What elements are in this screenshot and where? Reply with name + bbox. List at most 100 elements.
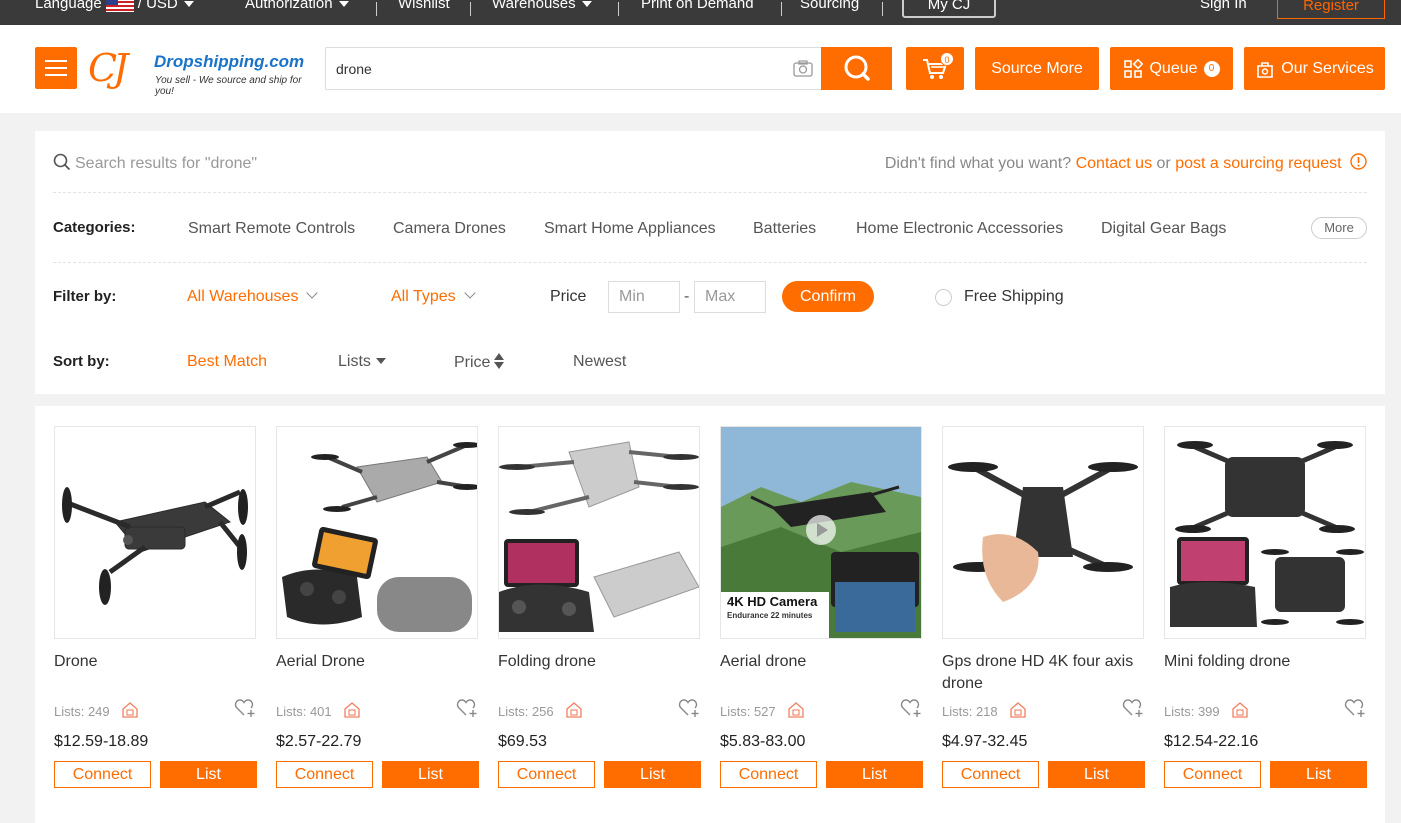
category-camera-drones[interactable]: Camera Drones bbox=[393, 220, 506, 238]
list-button[interactable]: List bbox=[1048, 761, 1145, 788]
our-services-button[interactable]: Our Services bbox=[1244, 47, 1385, 90]
product-image[interactable] bbox=[54, 426, 256, 639]
product-card[interactable]: Folding drone Lists: 256 $69.53 Connect … bbox=[498, 426, 701, 788]
product-card[interactable]: 4K HD Camera Endurance 22 minutes Aerial… bbox=[720, 426, 923, 788]
warehouse-icon bbox=[1010, 702, 1026, 718]
queue-label: Queue bbox=[1149, 59, 1198, 77]
sign-in-link[interactable]: Sign In bbox=[1200, 0, 1247, 12]
type-filter-dropdown[interactable]: All Types bbox=[391, 287, 476, 306]
connect-button[interactable]: Connect bbox=[1164, 761, 1261, 788]
wishlist-heart-icon[interactable] bbox=[456, 698, 478, 718]
authorization-menu[interactable]: Authorization bbox=[245, 0, 349, 12]
connect-button[interactable]: Connect bbox=[720, 761, 817, 788]
camera-icon[interactable] bbox=[793, 60, 813, 77]
image-subcaption: Endurance 22 minutes bbox=[727, 611, 813, 620]
divider bbox=[470, 2, 471, 16]
list-button[interactable]: List bbox=[1270, 761, 1367, 788]
min-price-input[interactable]: Min bbox=[608, 281, 680, 313]
category-smart-home-appliances[interactable]: Smart Home Appliances bbox=[544, 220, 716, 238]
wishlist-heart-icon[interactable] bbox=[900, 698, 922, 718]
didnt-find-text: Didn't find what you want? bbox=[884, 155, 1072, 172]
sort-lists[interactable]: Lists bbox=[338, 353, 386, 371]
sort-by-label: Sort by: bbox=[53, 353, 110, 370]
product-image[interactable] bbox=[942, 426, 1144, 639]
post-sourcing-request-link[interactable]: post a sourcing request bbox=[1175, 155, 1341, 172]
my-cj-button[interactable]: My CJ bbox=[902, 0, 996, 18]
product-image[interactable]: 4K HD Camera Endurance 22 minutes bbox=[720, 426, 922, 639]
product-title[interactable]: Drone bbox=[54, 651, 256, 695]
drone-image bbox=[1170, 441, 1364, 627]
product-card[interactable]: Drone Lists: 249 $12.59-18.89 Connect Li… bbox=[54, 426, 257, 788]
source-more-button[interactable]: Source More bbox=[975, 47, 1099, 90]
queue-button[interactable]: Queue 0 bbox=[1110, 47, 1233, 90]
categories-row: Categories: Smart Remote Controls Camera… bbox=[53, 193, 1367, 263]
product-card[interactable]: Mini folding drone Lists: 399 $12.54-22.… bbox=[1164, 426, 1367, 788]
product-image[interactable] bbox=[276, 426, 478, 639]
caret-down-icon bbox=[581, 1, 592, 8]
product-image[interactable] bbox=[498, 426, 700, 639]
contact-us-link[interactable]: Contact us bbox=[1076, 155, 1152, 172]
authorization-label: Authorization bbox=[245, 0, 333, 12]
warehouses-menu[interactable]: Warehouses bbox=[492, 0, 592, 12]
product-price: $2.57-22.79 bbox=[276, 733, 362, 750]
category-home-electronic-accessories[interactable]: Home Electronic Accessories bbox=[856, 220, 1063, 238]
category-menu-button[interactable] bbox=[35, 47, 77, 89]
warehouse-icon bbox=[566, 702, 582, 718]
list-button[interactable]: List bbox=[826, 761, 923, 788]
wishlist-link[interactable]: Wishlist bbox=[398, 0, 450, 12]
free-shipping-radio[interactable] bbox=[935, 289, 952, 306]
list-button[interactable]: List bbox=[160, 761, 257, 788]
queue-count-badge: 0 bbox=[1203, 60, 1220, 77]
sort-newest[interactable]: Newest bbox=[573, 353, 626, 371]
search-input[interactable] bbox=[336, 48, 776, 89]
sourcing-link[interactable]: Sourcing bbox=[800, 0, 859, 12]
register-button[interactable]: Register bbox=[1277, 0, 1385, 19]
cart-button[interactable]: 0 bbox=[906, 47, 964, 90]
search-button[interactable] bbox=[821, 47, 892, 90]
product-image[interactable] bbox=[1164, 426, 1366, 639]
product-title[interactable]: Mini folding drone bbox=[1164, 651, 1366, 695]
print-on-demand-link[interactable]: Print on Demand bbox=[641, 0, 754, 12]
product-title[interactable]: Aerial drone bbox=[720, 651, 922, 695]
warehouse-filter-dropdown[interactable]: All Warehouses bbox=[187, 287, 319, 306]
search-results-label: Search results for "drone" bbox=[75, 155, 258, 172]
wishlist-heart-icon[interactable] bbox=[678, 698, 700, 718]
product-actions: Connect List bbox=[1164, 761, 1367, 788]
connect-button[interactable]: Connect bbox=[942, 761, 1039, 788]
logo-name: Dropshipping.com bbox=[154, 52, 305, 71]
product-title[interactable]: Folding drone bbox=[498, 651, 700, 695]
product-meta: Lists: 249 bbox=[54, 695, 256, 725]
product-meta: Lists: 256 bbox=[498, 695, 700, 725]
type-filter-label: All Types bbox=[391, 288, 456, 305]
logo-tagline: You sell - We source and ship for you! bbox=[155, 75, 302, 97]
category-batteries[interactable]: Batteries bbox=[753, 220, 816, 238]
list-button[interactable]: List bbox=[604, 761, 701, 788]
more-categories-button[interactable]: More bbox=[1311, 217, 1367, 239]
connect-button[interactable]: Connect bbox=[54, 761, 151, 788]
connect-button[interactable]: Connect bbox=[276, 761, 373, 788]
category-digital-gear-bags[interactable]: Digital Gear Bags bbox=[1101, 220, 1226, 238]
connect-button[interactable]: Connect bbox=[498, 761, 595, 788]
caret-down-icon bbox=[183, 1, 194, 8]
sort-price[interactable]: Price bbox=[454, 353, 505, 372]
product-actions: Connect List bbox=[498, 761, 701, 788]
divider bbox=[781, 2, 782, 16]
wishlist-heart-icon[interactable] bbox=[1122, 698, 1144, 718]
product-lists-count: Lists: 399 bbox=[1164, 704, 1220, 719]
product-title[interactable]: Gps drone HD 4K four axis drone bbox=[942, 651, 1144, 695]
max-price-input[interactable]: Max bbox=[694, 281, 766, 313]
product-price: $12.59-18.89 bbox=[54, 733, 149, 750]
search-summary-row: Search results for "drone" Didn't find w… bbox=[53, 131, 1367, 193]
drone-image bbox=[499, 441, 699, 632]
wishlist-heart-icon[interactable] bbox=[234, 698, 256, 718]
language-selector[interactable]: Language / USD bbox=[35, 0, 194, 12]
logo[interactable]: CJ Dropshipping.com You sell - We source… bbox=[88, 46, 318, 97]
product-card[interactable]: Aerial Drone Lists: 401 $2.57-22.79 Conn… bbox=[276, 426, 479, 788]
list-button[interactable]: List bbox=[382, 761, 479, 788]
confirm-price-button[interactable]: Confirm bbox=[782, 281, 874, 312]
sort-best-match[interactable]: Best Match bbox=[187, 353, 267, 371]
category-smart-remote-controls[interactable]: Smart Remote Controls bbox=[188, 220, 355, 238]
wishlist-heart-icon[interactable] bbox=[1344, 698, 1366, 718]
product-card[interactable]: Gps drone HD 4K four axis drone Lists: 2… bbox=[942, 426, 1145, 788]
product-title[interactable]: Aerial Drone bbox=[276, 651, 478, 695]
